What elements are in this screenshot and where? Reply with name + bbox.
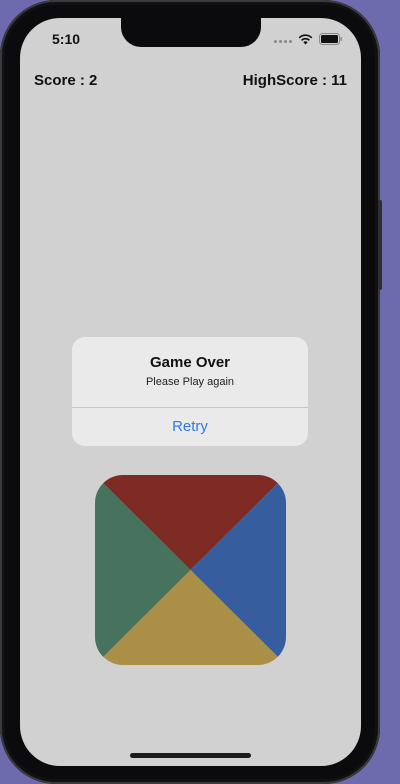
phone-frame: 5:10 Score: 2 HighScore: 11 Game Over … (0, 0, 382, 784)
simon-pad (95, 475, 286, 665)
app-screen: 5:10 Score: 2 HighScore: 11 Game Over … (20, 18, 361, 766)
status-time: 5:10 (52, 31, 81, 47)
signal-dots-icon (274, 39, 292, 43)
notch (121, 18, 261, 47)
status-icons (274, 32, 343, 50)
alert-message: Please Play again (145, 376, 235, 388)
home-indicator[interactable] (130, 753, 251, 758)
battery-icon (319, 32, 343, 50)
score-label: Score : 2 (34, 72, 98, 89)
alert-title: Game Over (149, 354, 231, 371)
wifi-icon (298, 32, 313, 50)
retry-button[interactable]: Retry (72, 408, 308, 446)
desktop-background: 5:10 Score: 2 HighScore: 11 Game Over … (0, 0, 400, 784)
power-button (378, 200, 382, 290)
game-over-alert: Game Over Please Play again Retry (72, 337, 308, 446)
highscore-label: HighScore : 11 (242, 72, 347, 89)
